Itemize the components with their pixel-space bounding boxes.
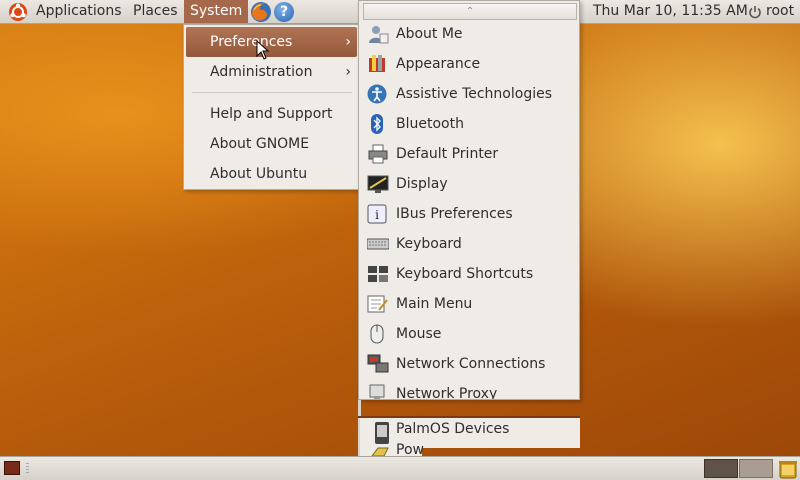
- printer-icon: [368, 144, 388, 164]
- menu-item-label: Administration: [210, 64, 313, 80]
- pref-item-label: Assistive Technologies: [396, 86, 553, 102]
- pref-item-label: About Me: [396, 26, 463, 42]
- user-name[interactable]: root: [766, 0, 794, 23]
- chevron-right-icon: ›: [345, 34, 351, 50]
- appearance-icon: [369, 55, 385, 72]
- pref-item-keyboard-shortcuts[interactable]: Keyboard Shortcuts: [359, 259, 579, 289]
- clock[interactable]: Thu Mar 10, 11:35 AM: [593, 0, 748, 23]
- pref-item-label: Network Proxy: [396, 386, 498, 400]
- pref-item-power-management[interactable]: Pow: [360, 442, 424, 456]
- pref-item-appearance[interactable]: Appearance: [359, 49, 579, 79]
- pref-item-main-menu[interactable]: Main Menu: [359, 289, 579, 319]
- chevron-right-icon: ›: [345, 64, 351, 80]
- about-me-icon: [369, 26, 389, 44]
- pref-item-label: PalmOS Devices: [396, 421, 510, 437]
- preferences-submenu: ⌃ About Me Appearance Assistive Technolo…: [358, 0, 580, 400]
- pref-item-label: Pow: [396, 442, 424, 456]
- panel-handle[interactable]: [26, 463, 29, 475]
- places-menu[interactable]: Places: [127, 0, 184, 23]
- power-management-icon: [371, 447, 389, 456]
- help-icon[interactable]: ?: [274, 2, 294, 22]
- menu-item-about-gnome[interactable]: About GNOME: [186, 129, 357, 159]
- pref-item-mouse[interactable]: Mouse: [359, 319, 579, 349]
- keyboard-icon: [367, 238, 389, 250]
- menu-item-help-and-support[interactable]: Help and Support: [186, 99, 357, 129]
- firefox-icon[interactable]: [250, 1, 272, 23]
- show-desktop-button[interactable]: [4, 461, 20, 475]
- pref-item-bluetooth[interactable]: Bluetooth: [359, 109, 579, 139]
- power-icon[interactable]: [748, 5, 762, 19]
- bottom-panel: [0, 456, 800, 480]
- pref-item-about-me[interactable]: About Me: [359, 19, 579, 49]
- pref-item-label: Appearance: [396, 56, 481, 72]
- mouse-icon: [370, 324, 384, 344]
- svg-text:i: i: [375, 208, 379, 222]
- pref-item-label: Display: [396, 176, 448, 192]
- bluetooth-icon: [371, 114, 383, 134]
- pref-item-label: IBus Preferences: [396, 206, 513, 222]
- pref-item-assistive-technologies[interactable]: Assistive Technologies: [359, 79, 579, 109]
- pref-item-display[interactable]: Display: [359, 169, 579, 199]
- palm-device-icon: [375, 422, 389, 444]
- display-icon: [367, 175, 389, 193]
- menu-separator: [192, 92, 352, 93]
- system-menu-button[interactable]: System: [184, 0, 248, 23]
- preferences-submenu-overflow: PalmOS Devices Pow: [358, 400, 580, 456]
- pref-item-palmos-devices[interactable]: PalmOS Devices: [360, 418, 580, 448]
- system-menu: Preferences › Administration › Help and …: [183, 24, 360, 190]
- pref-item-keyboard[interactable]: Keyboard: [359, 229, 579, 259]
- pref-item-ibus-preferences[interactable]: i IBus Preferences: [359, 199, 579, 229]
- network-proxy-icon: [369, 384, 385, 399]
- accessibility-icon: [367, 84, 387, 104]
- main-menu-icon: [367, 295, 388, 313]
- ubuntu-logo-icon[interactable]: [8, 2, 28, 22]
- ibus-icon: i: [367, 204, 387, 224]
- mouse-cursor-icon: [256, 40, 270, 60]
- pref-item-label: Default Printer: [396, 146, 499, 162]
- pref-item-label: Keyboard: [396, 236, 462, 252]
- scroll-up-arrow[interactable]: ⌃: [363, 3, 577, 20]
- pref-item-label: Bluetooth: [396, 116, 464, 132]
- pref-item-network-connections[interactable]: Network Connections: [359, 349, 579, 379]
- workspace-1[interactable]: [704, 459, 738, 478]
- menu-item-about-ubuntu[interactable]: About Ubuntu: [186, 159, 357, 189]
- workspace-2[interactable]: [739, 459, 773, 478]
- menu-item-administration[interactable]: Administration ›: [186, 57, 357, 87]
- pref-item-network-proxy[interactable]: Network Proxy: [359, 379, 579, 400]
- menu-item-label: Preferences: [210, 34, 293, 50]
- pref-item-label: Mouse: [396, 326, 442, 342]
- applications-menu[interactable]: Applications: [30, 0, 128, 23]
- pref-item-label: Keyboard Shortcuts: [396, 266, 534, 282]
- network-connections-icon: [367, 354, 389, 373]
- menu-item-preferences[interactable]: Preferences ›: [186, 27, 357, 57]
- keyboard-shortcuts-icon: [368, 266, 388, 282]
- pref-item-default-printer[interactable]: Default Printer: [359, 139, 579, 169]
- pref-item-label: Network Connections: [396, 356, 546, 372]
- trash-icon[interactable]: [778, 459, 798, 479]
- pref-item-label: Main Menu: [396, 296, 473, 312]
